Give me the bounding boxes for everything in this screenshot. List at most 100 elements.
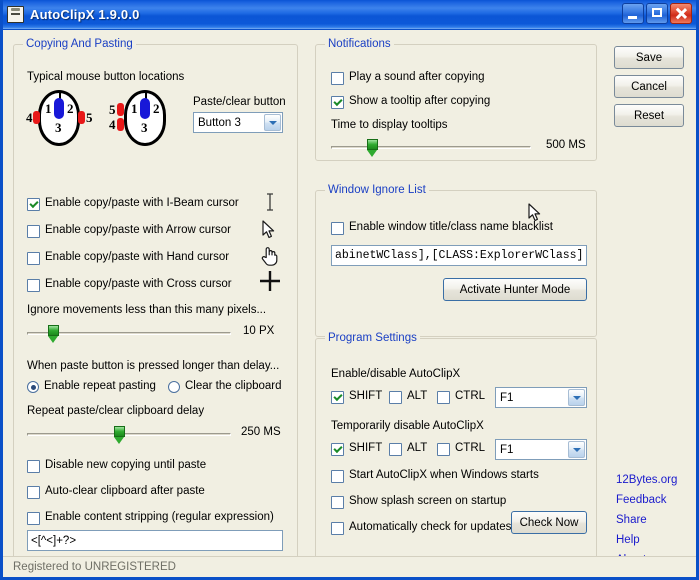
status-text: Registered to UNREGISTERED	[13, 561, 176, 573]
checkbox-label-enable-blacklist: Enable window title/class name blacklist	[349, 221, 553, 233]
ibeam-cursor-icon	[263, 193, 277, 214]
group-legend-notifications: Notifications	[325, 38, 394, 50]
chevron-down-icon[interactable]	[568, 441, 585, 458]
checkbox-label-play-sound: Play a sound after copying	[349, 71, 485, 83]
checkbox-enable-alt[interactable]	[389, 391, 402, 404]
save-button[interactable]: Save	[614, 46, 684, 69]
checkbox-label-content-stripping: Enable content stripping (regular expres…	[45, 511, 274, 523]
checkbox-auto-clear-clipboard[interactable]	[27, 486, 40, 499]
group-legend-program-settings: Program Settings	[325, 332, 420, 344]
mouse-side-button-4	[117, 118, 124, 131]
radio-clear-clipboard[interactable]	[168, 381, 180, 393]
radio-label-repeat-pasting: Enable repeat pasting	[44, 380, 156, 392]
checkbox-enable-hand[interactable]	[27, 252, 40, 265]
clipboard-icon	[7, 6, 24, 23]
slider-thumb[interactable]	[114, 426, 125, 444]
mouse-diagram-left: 1 2 3 4 5	[26, 90, 93, 148]
checkbox-enable-blacklist[interactable]	[331, 222, 344, 235]
link-12bytes-org[interactable]: 12Bytes.org	[616, 474, 677, 486]
checkbox-label-hand: Enable copy/paste with Hand cursor	[45, 251, 230, 263]
window-title: AutoClipX 1.9.0.0	[30, 7, 140, 22]
enable-hotkey-select[interactable]: F1	[495, 387, 587, 408]
checkbox-enable-arrow[interactable]	[27, 225, 40, 238]
checkbox-enable-ctrl[interactable]	[437, 391, 450, 404]
mouse-side-button-4	[33, 111, 40, 124]
mouse-label-3: 3	[141, 120, 148, 135]
repeat-delay-label: Repeat paste/clear clipboard delay	[27, 405, 205, 417]
minimize-button[interactable]	[622, 3, 644, 24]
checkbox-play-sound[interactable]	[331, 72, 344, 85]
checkbox-label-arrow: Enable copy/paste with Arrow cursor	[45, 224, 232, 236]
checkbox-temp-alt[interactable]	[389, 443, 402, 456]
checkbox-enable-ibeam[interactable]	[27, 198, 40, 211]
mouse-wheel	[54, 98, 64, 119]
checkbox-label-temp-shift: SHIFT	[349, 442, 383, 454]
close-button[interactable]	[670, 3, 692, 24]
radio-enable-repeat-pasting[interactable]	[27, 381, 39, 393]
mouse-label-2: 2	[153, 101, 160, 116]
slider-thumb[interactable]	[367, 139, 378, 157]
paste-clear-button-select[interactable]: Button 3	[193, 112, 283, 133]
mouse-diagram-right: 1 2 3 5 4	[109, 90, 177, 148]
link-feedback[interactable]: Feedback	[616, 494, 667, 506]
mouse-label-5: 5	[109, 102, 116, 117]
checkbox-label-temp-ctrl: CTRL	[455, 442, 486, 454]
check-now-button[interactable]: Check Now	[511, 511, 587, 534]
checkbox-label-ibeam: Enable copy/paste with I-Beam cursor	[45, 197, 239, 209]
mouse-label-3: 3	[55, 120, 62, 135]
temp-hotkey-select[interactable]: F1	[495, 439, 587, 460]
activate-hunter-mode-button[interactable]: Activate Hunter Mode	[443, 278, 587, 301]
checkbox-label-auto-clear: Auto-clear clipboard after paste	[45, 485, 205, 497]
window-controls	[622, 3, 692, 24]
checkbox-content-stripping[interactable]	[27, 512, 40, 525]
arrow-cursor-icon	[261, 220, 277, 243]
enable-hotkey-value: F1	[500, 391, 514, 404]
group-legend-ignore-list: Window Ignore List	[325, 184, 429, 196]
cross-cursor-icon	[259, 270, 281, 295]
regex-input[interactable]: <[^<]+?>	[27, 530, 283, 551]
ignore-movements-slider[interactable]: 10 PX	[27, 324, 283, 344]
checkbox-splash-screen[interactable]	[331, 496, 344, 509]
checkbox-auto-check-updates[interactable]	[331, 522, 344, 535]
checkbox-label-disable-new-copy: Disable new copying until paste	[45, 459, 207, 471]
repeat-delay-slider[interactable]: 250 MS	[27, 425, 283, 445]
checkbox-temp-ctrl[interactable]	[437, 443, 450, 456]
tooltip-time-label: Time to display tooltips	[331, 119, 448, 131]
checkbox-label-cross: Enable copy/paste with Cross cursor	[45, 278, 232, 290]
temp-hotkey-value: F1	[500, 443, 514, 456]
checkbox-show-tooltip[interactable]	[331, 96, 344, 109]
blacklist-input[interactable]: abinetWClass],[CLASS:ExplorerWClass]	[331, 245, 587, 266]
checkbox-label-start-with-windows: Start AutoClipX when Windows starts	[349, 469, 539, 481]
repeat-delay-value: 250 MS	[241, 426, 281, 438]
cancel-button[interactable]: Cancel	[614, 75, 684, 98]
checkbox-start-with-windows[interactable]	[331, 470, 344, 483]
tooltip-time-slider[interactable]: 500 MS	[331, 138, 586, 158]
enable-disable-label: Enable/disable AutoClipX	[331, 368, 461, 380]
temporarily-disable-label: Temporarily disable AutoClipX	[331, 420, 484, 432]
hand-cursor-icon	[260, 245, 278, 270]
slider-track[interactable]	[331, 146, 531, 149]
paste-delay-caption: When paste button is pressed longer than…	[27, 360, 280, 372]
mouse-wheel	[140, 98, 150, 119]
ignore-movements-label: Ignore movements less than this many pix…	[27, 304, 267, 316]
checkbox-enable-cross[interactable]	[27, 279, 40, 292]
maximize-button[interactable]	[646, 3, 668, 24]
mouse-label-1: 1	[131, 101, 138, 116]
mouse-side-button-5	[117, 103, 124, 116]
mouse-label-4: 4	[26, 110, 33, 125]
application-window: AutoClipX 1.9.0.0 Copying And Pasting Ty…	[0, 0, 699, 580]
paste-clear-button-label: Paste/clear button	[193, 96, 286, 108]
reset-button[interactable]: Reset	[614, 104, 684, 127]
mouse-label-2: 2	[67, 101, 74, 116]
chevron-down-icon[interactable]	[264, 114, 281, 131]
chevron-down-icon[interactable]	[568, 389, 585, 406]
link-help[interactable]: Help	[616, 534, 640, 546]
checkbox-enable-shift[interactable]	[331, 391, 344, 404]
link-share[interactable]: Share	[616, 514, 647, 526]
mouse-label-1: 1	[45, 101, 52, 116]
checkbox-disable-new-copy[interactable]	[27, 460, 40, 473]
checkbox-temp-shift[interactable]	[331, 443, 344, 456]
tooltip-time-value: 500 MS	[546, 139, 586, 151]
slider-thumb[interactable]	[48, 325, 59, 343]
slider-track[interactable]	[27, 433, 231, 436]
